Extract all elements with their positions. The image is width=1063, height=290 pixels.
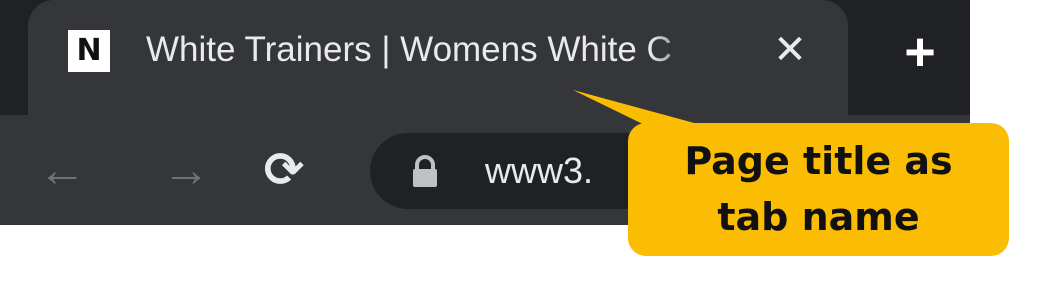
plus-icon[interactable]: + (896, 25, 944, 79)
lock-icon[interactable] (410, 155, 440, 189)
active-tab[interactable]: N White Trainers | Womens White C ✕ (28, 0, 848, 115)
site-favicon-icon: N (68, 30, 110, 72)
tab-title: White Trainers | Womens White C (146, 30, 672, 69)
arrow-right-icon[interactable]: → (158, 143, 214, 199)
arrow-left-icon[interactable]: ← (34, 143, 90, 199)
callout-line-1: Page title as (684, 139, 953, 183)
reload-icon[interactable]: ⟳ (256, 143, 312, 199)
annotation-callout: Page title as tab name (628, 123, 1009, 256)
url-text: www3. (485, 150, 594, 191)
callout-line-2: tab name (717, 195, 920, 239)
close-icon[interactable]: ✕ (768, 28, 812, 72)
